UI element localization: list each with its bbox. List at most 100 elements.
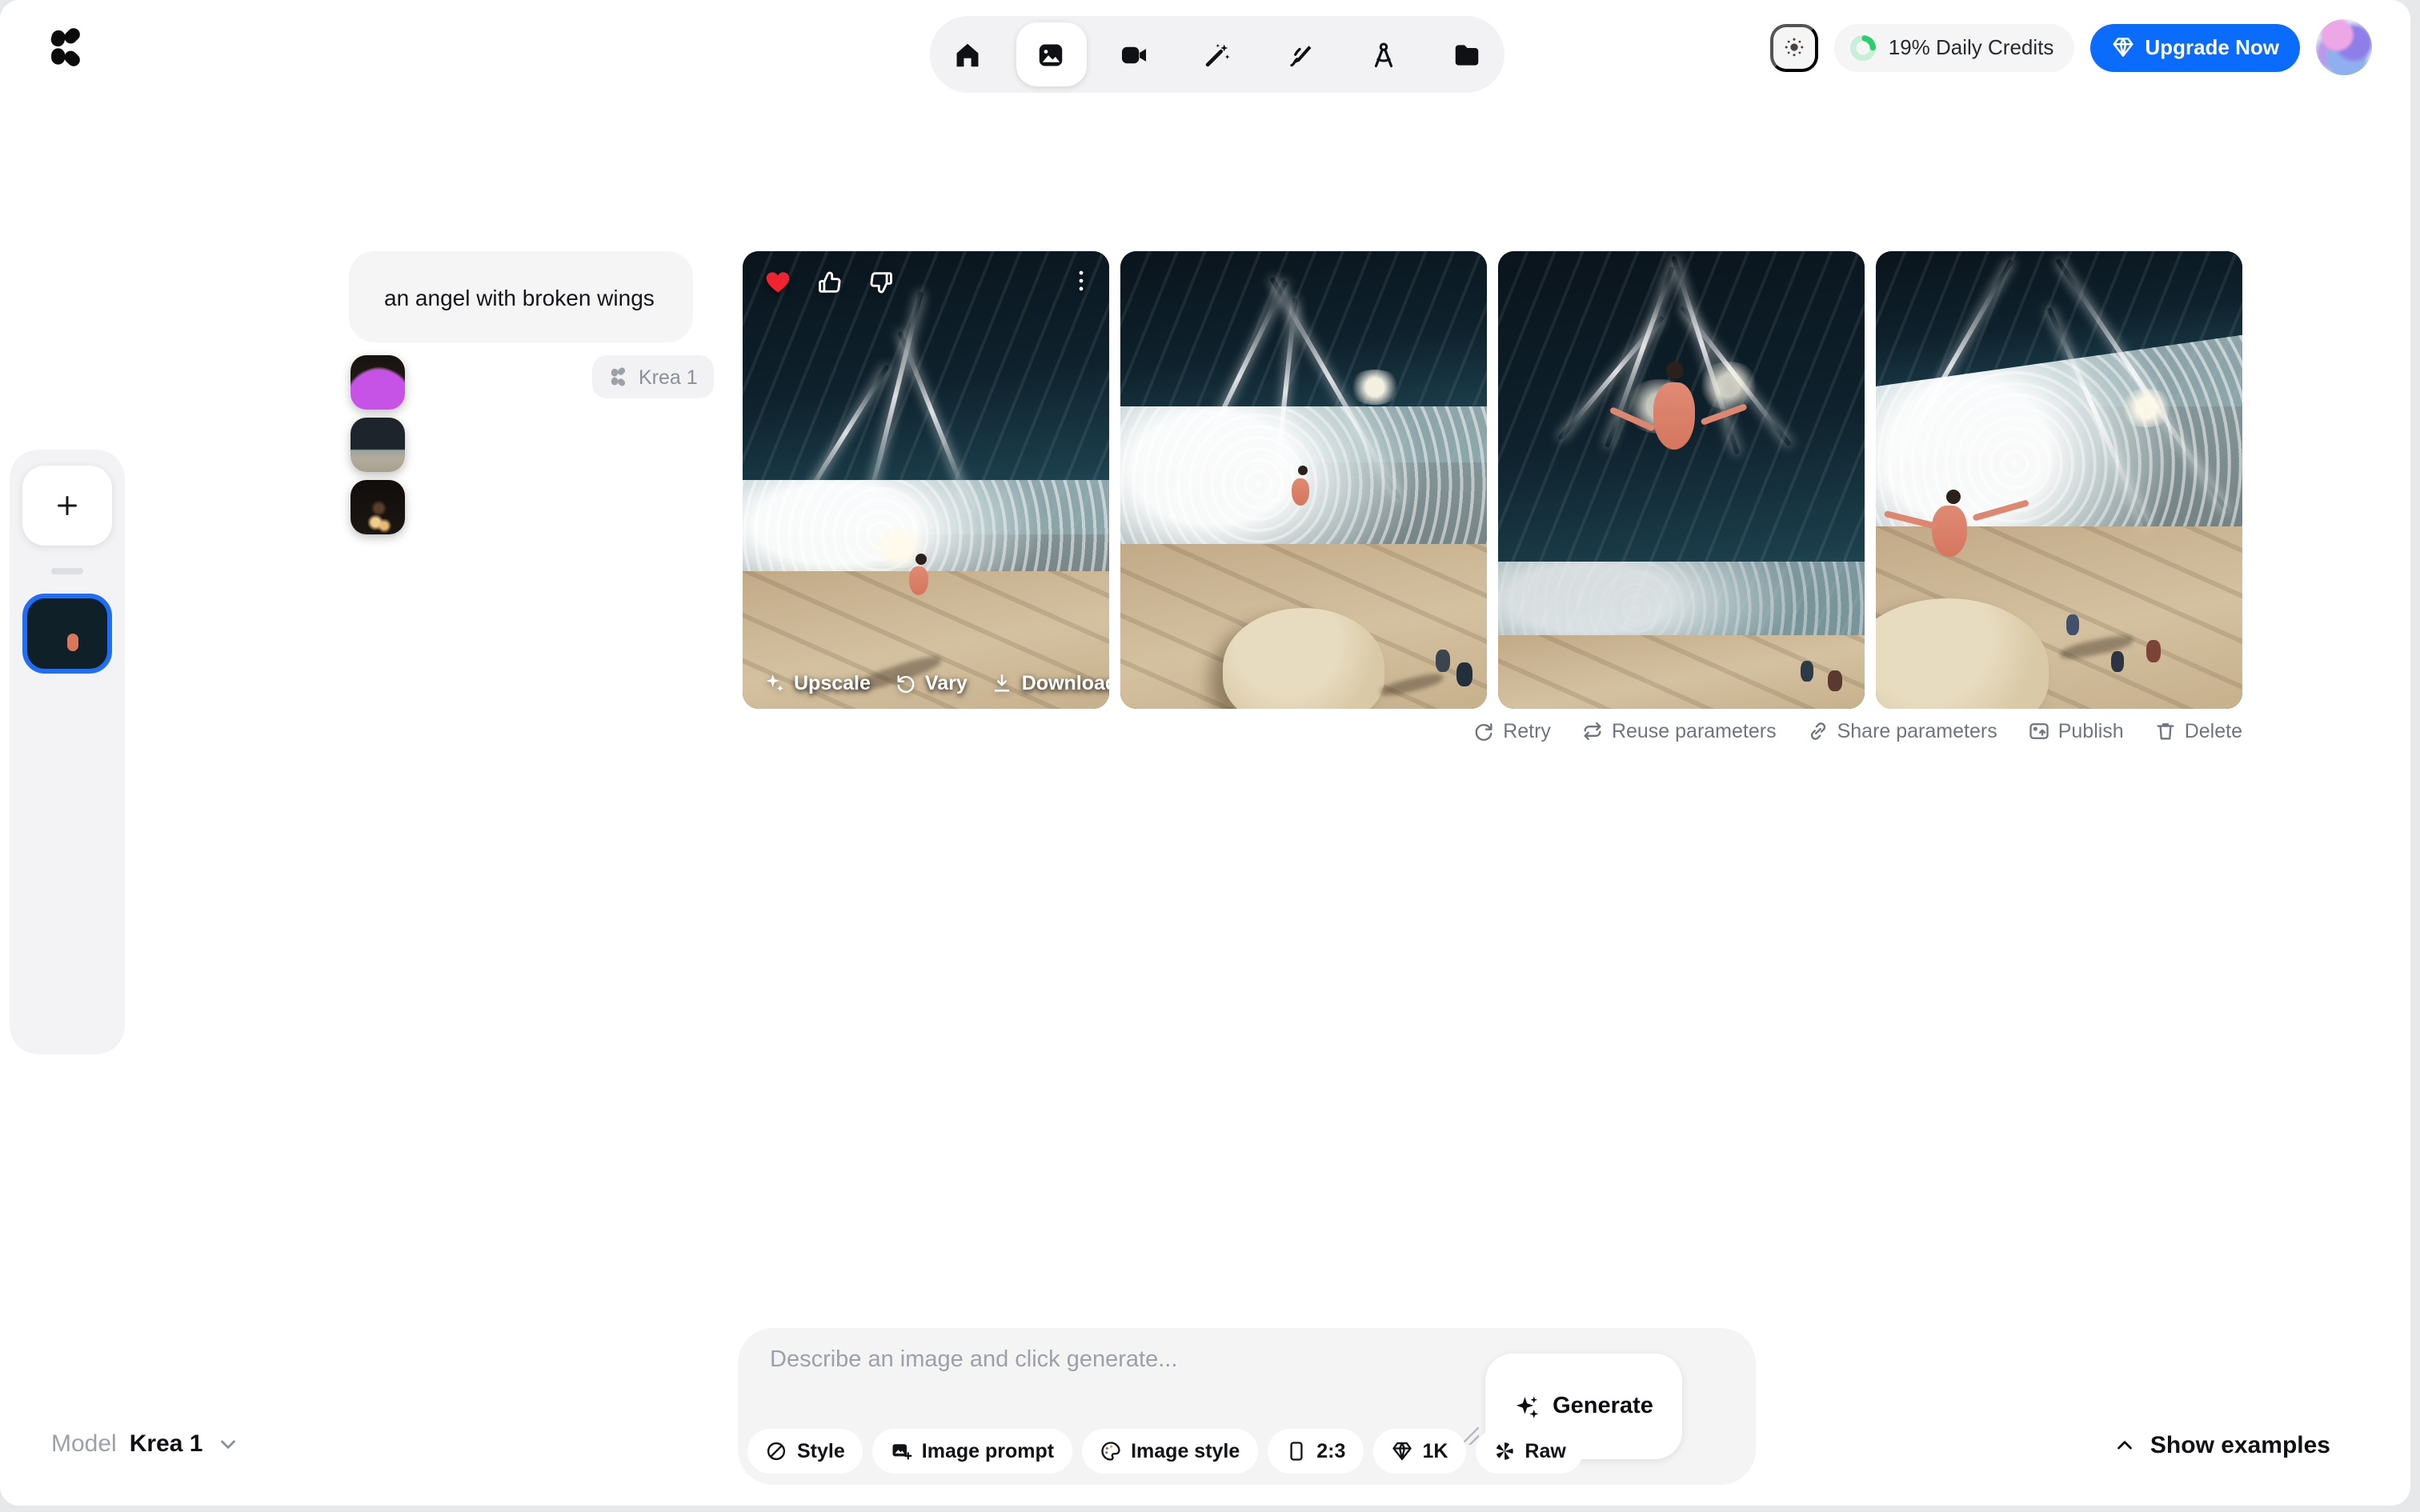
publish-button[interactable]: Publish: [2028, 720, 2124, 742]
download-icon: [992, 672, 1014, 694]
krea-logo[interactable]: [45, 26, 88, 69]
image-prompt-chip-label: Image prompt: [922, 1440, 1054, 1462]
aspect-ratio-chip-label: 2:3: [1316, 1440, 1345, 1462]
new-session-button[interactable]: [22, 466, 112, 546]
vary-label: Vary: [925, 672, 968, 694]
user-avatar[interactable]: [2316, 19, 2372, 75]
prompt-text: an angel with broken wings: [384, 284, 655, 310]
resolution-chip[interactable]: 1K: [1372, 1429, 1465, 1474]
composer-panel: Generate Style Image prompt: [738, 1328, 1756, 1485]
image-prompt-icon: [890, 1440, 912, 1462]
chevron-down-icon: [215, 1432, 239, 1456]
generated-image-4[interactable]: [1876, 251, 2242, 709]
image-style-chip-label: Image style: [1131, 1440, 1240, 1462]
share-parameters-button[interactable]: Share parameters: [1807, 720, 1997, 742]
model-selector[interactable]: Model Krea 1: [51, 1430, 239, 1458]
result-actions-row: Retry Reuse parameters Share parameters …: [743, 720, 2242, 742]
model-badge-label: Krea 1: [639, 366, 698, 388]
header-right: 19% Daily Credits Upgrade Now: [1770, 19, 2372, 75]
nav-edit[interactable]: [1265, 22, 1336, 86]
prompt-card[interactable]: an angel with broken wings: [349, 251, 693, 342]
home-icon: [952, 39, 983, 70]
aspect-ratio-icon: [1284, 1440, 1307, 1462]
delete-button[interactable]: Delete: [2154, 720, 2242, 742]
aspect-ratio-chip[interactable]: 2:3: [1267, 1429, 1363, 1474]
nav-home[interactable]: [932, 22, 1003, 86]
nav-design-tools[interactable]: [1348, 22, 1419, 86]
heart-icon: [763, 267, 792, 296]
raw-chip-label: Raw: [1525, 1440, 1565, 1462]
resolution-chip-label: 1K: [1422, 1440, 1448, 1462]
image-generation-icon: [1036, 39, 1066, 70]
share-link-icon: [1807, 720, 1829, 742]
more-options-button[interactable]: [1068, 267, 1095, 294]
upscale-label: Upscale: [794, 672, 871, 694]
plus-icon: [53, 491, 82, 520]
edit-pen-icon: [1285, 39, 1316, 70]
thumbs-down-icon: [867, 268, 895, 295]
prompt-input[interactable]: [770, 1347, 1458, 1424]
model-label: Model: [51, 1430, 117, 1458]
session-thumbnail-selected[interactable]: [22, 594, 112, 674]
like-button[interactable]: [816, 268, 843, 295]
upgrade-button[interactable]: Upgrade Now: [2090, 23, 2300, 71]
design-compass-icon: [1368, 39, 1399, 70]
image-toolbar: Upscale Vary Download: [763, 672, 1109, 694]
vary-rotate-icon: [895, 672, 917, 694]
retry-icon: [1472, 720, 1495, 742]
retry-button[interactable]: Retry: [1472, 720, 1551, 742]
credits-label: 19% Daily Credits: [1889, 35, 2054, 59]
image-prompt-chip[interactable]: Image prompt: [872, 1429, 1072, 1474]
show-examples-button[interactable]: Show examples: [2104, 1430, 2340, 1461]
rail-divider: [51, 568, 83, 574]
reference-thumbnail-2[interactable]: [351, 418, 405, 472]
composer-chips: Style Image prompt Image style: [747, 1429, 1584, 1474]
theme-toggle-button[interactable]: [1770, 23, 1818, 71]
screen: 19% Daily Credits Upgrade Now an angel w…: [0, 0, 2420, 1512]
style-icon: [765, 1440, 787, 1462]
nav-assets[interactable]: [1432, 22, 1502, 86]
nav-video-generation[interactable]: [1099, 22, 1169, 86]
reuse-label: Reuse parameters: [1612, 720, 1777, 742]
delete-icon: [2154, 720, 2177, 742]
chevron-up-icon: [2113, 1434, 2138, 1458]
assets-folder-icon: [1452, 39, 1482, 70]
sun-icon: [1783, 34, 1805, 61]
generate-sparkle-icon: [1514, 1393, 1541, 1420]
daily-credits-badge[interactable]: 19% Daily Credits: [1834, 23, 2075, 71]
model-badge: Krea 1: [592, 355, 714, 398]
upgrade-label: Upgrade Now: [2145, 35, 2279, 59]
vary-button[interactable]: Vary: [895, 672, 968, 694]
enhance-wand-icon: [1202, 39, 1232, 70]
main-nav: [930, 16, 1504, 93]
upscale-sparkle-icon: [763, 672, 786, 694]
download-button[interactable]: Download: [992, 672, 1109, 694]
dislike-button[interactable]: [867, 268, 895, 295]
generated-image-2[interactable]: [1120, 251, 1487, 709]
download-label: Download: [1022, 672, 1109, 694]
favorite-button[interactable]: [763, 267, 792, 296]
retry-label: Retry: [1503, 720, 1551, 742]
reuse-parameters-button[interactable]: Reuse parameters: [1581, 720, 1777, 742]
reference-thumbnail-1[interactable]: [351, 355, 405, 410]
nav-enhance[interactable]: [1182, 22, 1252, 86]
share-label: Share parameters: [1837, 720, 1997, 742]
publish-label: Publish: [2058, 720, 2124, 742]
generated-image-1[interactable]: Upscale Vary Download: [743, 251, 1109, 709]
show-examples-label: Show examples: [2150, 1432, 2330, 1459]
image-feedback-row: [763, 267, 895, 296]
nav-image-generation[interactable]: [1016, 22, 1086, 86]
raw-aperture-icon: [1492, 1440, 1515, 1462]
upscale-button[interactable]: Upscale: [763, 672, 871, 694]
gem-icon: [2111, 35, 2135, 59]
image-style-chip[interactable]: Image style: [1081, 1429, 1257, 1474]
reference-thumbnail-3[interactable]: [351, 480, 405, 534]
raw-chip[interactable]: Raw: [1475, 1429, 1583, 1474]
video-generation-icon: [1119, 39, 1149, 70]
thumbs-up-icon: [816, 268, 843, 295]
session-rail: [10, 450, 125, 1054]
model-value: Krea 1: [130, 1430, 203, 1458]
resolution-gem-icon: [1390, 1440, 1412, 1462]
generated-image-3[interactable]: [1498, 251, 1865, 709]
style-chip[interactable]: Style: [747, 1429, 863, 1474]
